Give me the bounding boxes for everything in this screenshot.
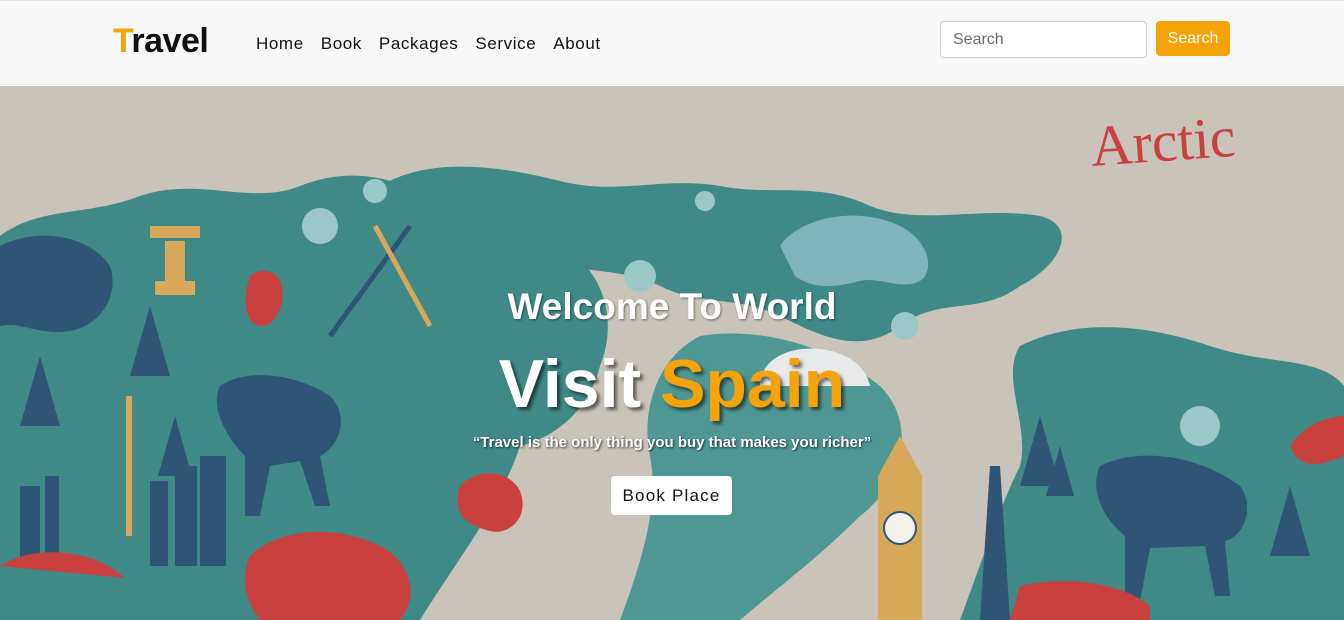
brand-logo[interactable]: Travel (113, 21, 209, 61)
navbar: Travel Home Book Packages Service About … (0, 0, 1344, 85)
hero-quote: “Travel is the only thing you buy that m… (472, 434, 872, 451)
brand-logo-first-letter: T (113, 22, 132, 60)
nav-link-home[interactable]: Home (256, 33, 304, 55)
search-input[interactable] (940, 21, 1147, 58)
brand-logo-rest: ravel (131, 22, 209, 60)
book-place-button[interactable]: Book Place (611, 476, 732, 515)
hero-headline-part1: Visit (498, 346, 642, 422)
nav-link-service[interactable]: Service (475, 33, 536, 55)
hero-content: Welcome To World Visit Spain “Travel is … (0, 86, 1344, 620)
nav-links: Home Book Packages Service About (256, 33, 618, 55)
hero-section: Welcome To World Visit Spain “Travel is … (0, 86, 1344, 620)
search-button[interactable]: Search (1156, 21, 1230, 56)
nav-link-book[interactable]: Book (321, 33, 362, 55)
nav-link-packages[interactable]: Packages (379, 33, 458, 55)
hero-headline: Visit Spain (0, 344, 1344, 424)
hero-headline-part2: Spain (660, 346, 846, 422)
hero-welcome-text: Welcome To World (507, 286, 837, 327)
nav-link-about[interactable]: About (553, 33, 600, 55)
